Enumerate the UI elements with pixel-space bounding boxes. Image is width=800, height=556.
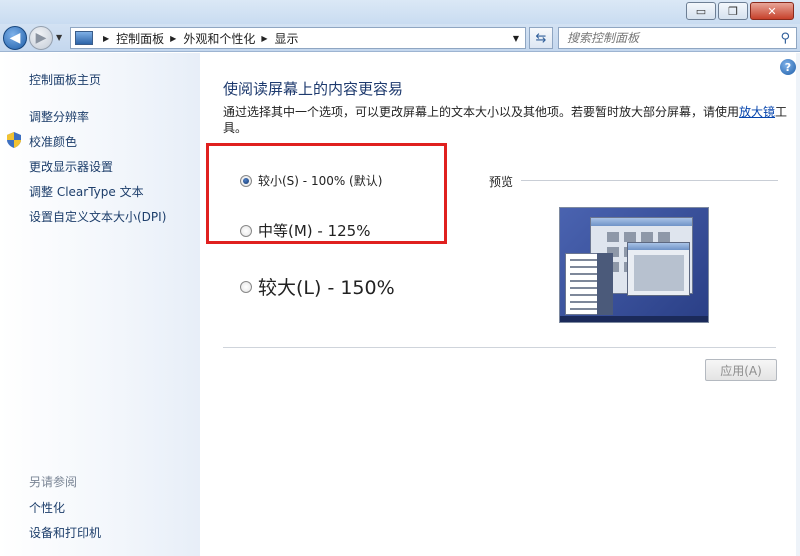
navigation-bar: ◀ ▶ ▼ ▶ 控制面板 ▶ 外观和个性化 ▶ 显示 ▼ ⇆ ⚲ [0,24,800,52]
close-button[interactable]: ✕ [750,2,794,20]
breadcrumb-control-panel[interactable]: 控制面板 [116,30,164,47]
page-title: 使阅读屏幕上的内容更容易 [223,80,404,98]
radio-medium[interactable] [240,224,252,237]
minimize-button[interactable]: ▭ [686,2,716,20]
see-also-heading: 另请参阅 [29,475,78,489]
search-icon[interactable]: ⚲ [780,31,790,46]
control-panel-home-link[interactable]: 控制面板主页 [29,71,101,88]
magnifier-link[interactable]: 放大镜 [739,105,775,119]
back-button[interactable]: ◀ [3,26,27,50]
devices-printers-link[interactable]: 设备和打印机 [29,524,101,541]
adjust-cleartype-link[interactable]: 调整 ClearType 文本 [29,183,144,200]
address-dropdown-icon[interactable]: ▼ [513,34,519,43]
apply-button[interactable]: 应用(A) [705,359,777,381]
search-input[interactable] [559,31,759,45]
scroll-strip [796,53,800,556]
preview-window-front [627,242,690,296]
preview-image [559,207,709,323]
refresh-icon: ⇆ [535,30,547,46]
option-smaller[interactable]: 较小(S) - 100% (默认) [240,172,382,189]
option-medium-label: 中等(M) - 125% [258,222,371,240]
main-content: ? 使阅读屏幕上的内容更容易 通过选择其中一个选项，可以更改屏幕上的文本大小以及… [200,53,800,556]
personalization-link[interactable]: 个性化 [29,499,65,516]
preview-label: 预览 [489,175,514,189]
preview-start-menu-right [597,253,613,315]
calibrate-color-link[interactable]: 校准颜色 [29,133,77,150]
preview-taskbar [560,316,708,322]
breadcrumb-arrow-icon[interactable]: ▶ [170,34,176,43]
preview-divider [521,180,778,181]
restore-button[interactable]: ❐ [718,2,748,20]
breadcrumb-arrow-icon[interactable]: ▶ [261,34,267,43]
search-box[interactable]: ⚲ [558,27,797,49]
content-divider [223,347,776,348]
breadcrumb-appearance[interactable]: 外观和个性化 [183,30,255,47]
change-display-settings-link[interactable]: 更改显示器设置 [29,158,113,175]
option-larger[interactable]: 较大(L) - 150% [240,273,395,300]
option-smaller-label: 较小(S) - 100% (默认) [258,174,383,188]
radio-smaller[interactable] [240,174,252,187]
adjust-resolution-link[interactable]: 调整分辨率 [29,108,89,125]
option-medium[interactable]: 中等(M) - 125% [240,220,370,241]
recent-pages-dropdown-icon[interactable]: ▼ [56,33,62,42]
uac-shield-icon [7,132,21,148]
control-panel-icon [75,31,93,45]
refresh-button[interactable]: ⇆ [529,27,553,49]
window-controls: ▭ ❐ ✕ [686,2,794,20]
left-task-pane: 控制面板主页 调整分辨率 校准颜色 更改显示器设置 调整 ClearType 文… [0,53,200,556]
title-bar: ▭ ❐ ✕ [0,0,800,24]
forward-button[interactable]: ▶ [29,26,53,50]
option-larger-label: 较大(L) - 150% [258,277,395,299]
breadcrumb-display[interactable]: 显示 [275,30,299,47]
breadcrumb-arrow-icon[interactable]: ▶ [103,34,109,43]
page-description: 通过选择其中一个选项，可以更改屏幕上的文本大小以及其他项。若要暂时放大部分屏幕，… [223,105,788,135]
custom-dpi-link[interactable]: 设置自定义文本大小(DPI) [29,208,166,225]
help-icon[interactable]: ? [780,59,796,75]
radio-larger[interactable] [240,280,252,293]
address-bar[interactable]: ▶ 控制面板 ▶ 外观和个性化 ▶ 显示 ▼ [70,27,526,49]
